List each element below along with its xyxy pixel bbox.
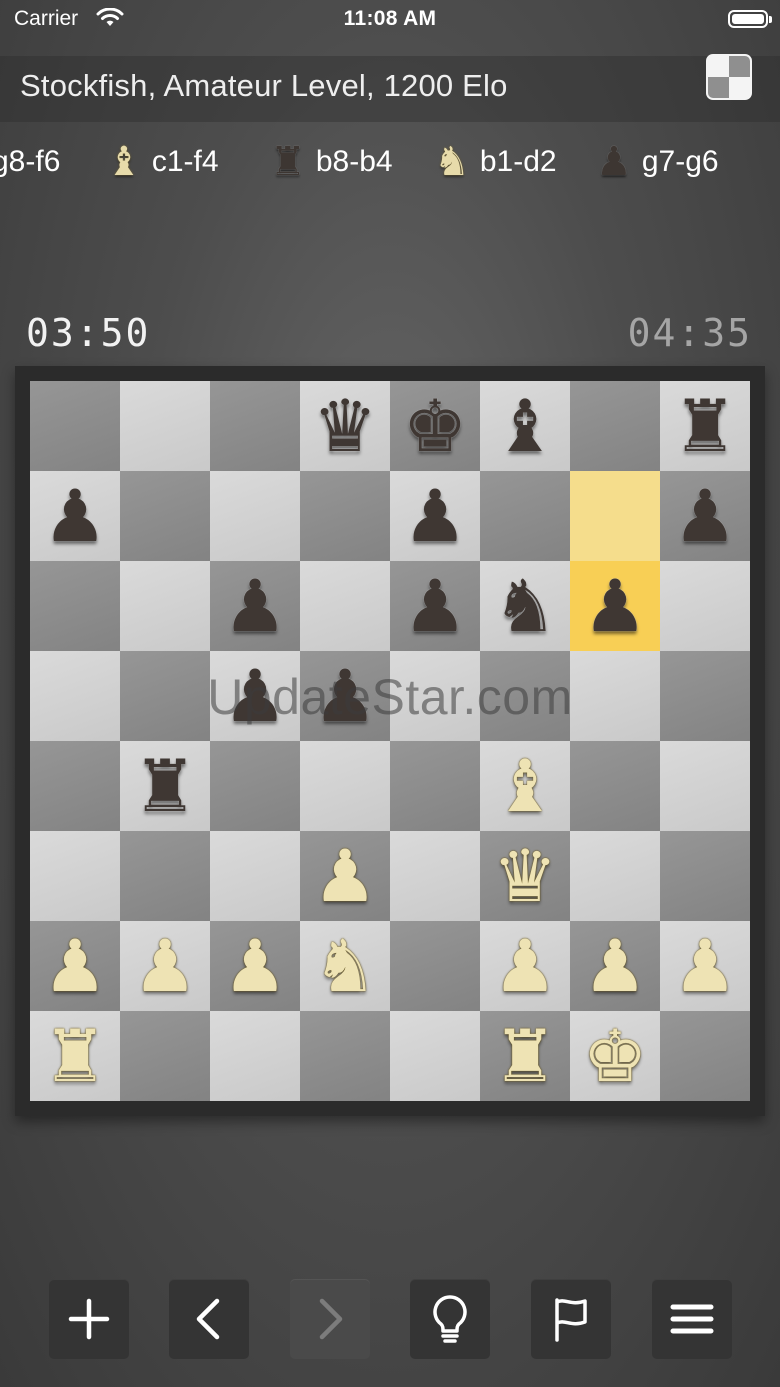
forward-button[interactable]: [290, 1279, 370, 1359]
square-e4[interactable]: [390, 741, 480, 831]
square-f7[interactable]: [480, 471, 570, 561]
square-e1[interactable]: [390, 1011, 480, 1101]
black-pawn-piece[interactable]: ♟: [660, 471, 750, 561]
lightbulb-icon: [433, 1295, 467, 1343]
board-style-toggle-icon[interactable]: [706, 54, 752, 100]
move-history[interactable]: g8-f6 ♝ c1-f4 ♜ b8-b4 ♞ b1-d2 ♟ g7-g6: [0, 132, 780, 192]
move-text: b1-d2: [479, 145, 557, 178]
white-pawn-piece[interactable]: ♟: [570, 921, 660, 1011]
status-time: 11:08 AM: [343, 7, 437, 30]
square-d6[interactable]: [300, 561, 390, 651]
black-pawn-piece[interactable]: ♟: [390, 561, 480, 651]
black-rook-piece[interactable]: ♜: [660, 381, 750, 471]
square-a6[interactable]: [30, 561, 120, 651]
white-pawn-piece[interactable]: ♟: [120, 921, 210, 1011]
square-h3[interactable]: [660, 831, 750, 921]
square-a3[interactable]: [30, 831, 120, 921]
square-c3[interactable]: [210, 831, 300, 921]
move-text: c1-f4: [151, 145, 219, 178]
move-item[interactable]: g8-f6: [0, 132, 60, 192]
black-pawn-piece[interactable]: ♟: [210, 561, 300, 651]
white-king-piece[interactable]: ♚: [570, 1011, 660, 1101]
white-queen-piece[interactable]: ♛: [480, 831, 570, 921]
new-game-button[interactable]: [49, 1279, 129, 1359]
bishop-icon: ♝: [106, 140, 142, 184]
square-g4[interactable]: [570, 741, 660, 831]
square-g7[interactable]: [570, 471, 660, 561]
white-pawn-piece[interactable]: ♟: [660, 921, 750, 1011]
black-bishop-piece[interactable]: ♝: [480, 381, 570, 471]
square-a4[interactable]: [30, 741, 120, 831]
square-b7[interactable]: [120, 471, 210, 561]
black-pawn-piece[interactable]: ♟: [390, 471, 480, 561]
pawn-icon: ♟: [596, 140, 632, 184]
white-pawn-piece[interactable]: ♟: [300, 831, 390, 921]
square-h1[interactable]: [660, 1011, 750, 1101]
resign-button[interactable]: [531, 1279, 611, 1359]
white-rook-piece[interactable]: ♜: [480, 1011, 570, 1101]
white-pawn-piece[interactable]: ♟: [30, 921, 120, 1011]
square-h4[interactable]: [660, 741, 750, 831]
hamburger-menu-icon: [670, 1304, 714, 1334]
move-text: b8-b4: [315, 145, 393, 178]
black-rook-piece[interactable]: ♜: [120, 741, 210, 831]
opponent-title: Stockfish, Amateur Level, 1200 Elo: [20, 68, 508, 103]
move-item[interactable]: ♝ c1-f4: [106, 132, 219, 192]
square-d4[interactable]: [300, 741, 390, 831]
chevron-right-icon: [319, 1298, 343, 1340]
square-b1[interactable]: [120, 1011, 210, 1101]
flag-icon: [555, 1298, 587, 1342]
square-b3[interactable]: [120, 831, 210, 921]
move-item[interactable]: ♞ b1-d2: [434, 132, 557, 192]
square-g8[interactable]: [570, 381, 660, 471]
chess-board[interactable]: ♛ ♚ ♝ ♜ ♟ ♟ ♟ ♟ ♟ ♞ ♟ ♟ ♟ ♜ ♝ ♟ ♛ ♟ ♟ ♟ ♞ ♟ ♟ ♟ ♜ ♜ ♚: [30, 381, 750, 1101]
status-bar: Carrier 11:08 AM: [0, 0, 780, 40]
square-d1[interactable]: [300, 1011, 390, 1101]
battery-icon: [728, 10, 772, 28]
move-text: g8-f6: [0, 145, 61, 178]
black-knight-piece[interactable]: ♞: [480, 561, 570, 651]
white-clock: 04:35: [627, 311, 752, 355]
square-h6[interactable]: [660, 561, 750, 651]
menu-button[interactable]: [652, 1279, 732, 1359]
square-e2[interactable]: [390, 921, 480, 1011]
black-pawn-piece[interactable]: ♟: [570, 561, 660, 651]
game-header: Stockfish, Amateur Level, 1200 Elo: [0, 56, 780, 122]
white-pawn-piece[interactable]: ♟: [480, 921, 570, 1011]
square-a8[interactable]: [30, 381, 120, 471]
square-g3[interactable]: [570, 831, 660, 921]
square-b6[interactable]: [120, 561, 210, 651]
black-pawn-piece[interactable]: ♟: [30, 471, 120, 561]
knight-icon: ♞: [434, 140, 470, 184]
square-d7[interactable]: [300, 471, 390, 561]
hint-button[interactable]: [410, 1279, 490, 1359]
square-b8[interactable]: [120, 381, 210, 471]
black-queen-piece[interactable]: ♛: [300, 381, 390, 471]
square-c7[interactable]: [210, 471, 300, 561]
black-clock: 03:50: [26, 311, 151, 355]
black-king-piece[interactable]: ♚: [390, 381, 480, 471]
rook-icon: ♜: [270, 140, 306, 184]
move-item[interactable]: ♟ g7-g6: [596, 132, 719, 192]
square-c8[interactable]: [210, 381, 300, 471]
white-pawn-piece[interactable]: ♟: [210, 921, 300, 1011]
chevron-left-icon: [196, 1298, 220, 1340]
move-item[interactable]: ♜ b8-b4: [270, 132, 393, 192]
white-rook-piece[interactable]: ♜: [30, 1011, 120, 1101]
white-knight-piece[interactable]: ♞: [300, 921, 390, 1011]
square-c1[interactable]: [210, 1011, 300, 1101]
square-e3[interactable]: [390, 831, 480, 921]
watermark: UpdateStar.com: [207, 669, 573, 725]
white-bishop-piece[interactable]: ♝: [480, 741, 570, 831]
plus-icon: [68, 1298, 110, 1340]
move-text: g7-g6: [641, 145, 719, 178]
square-c4[interactable]: [210, 741, 300, 831]
back-button[interactable]: [169, 1279, 249, 1359]
